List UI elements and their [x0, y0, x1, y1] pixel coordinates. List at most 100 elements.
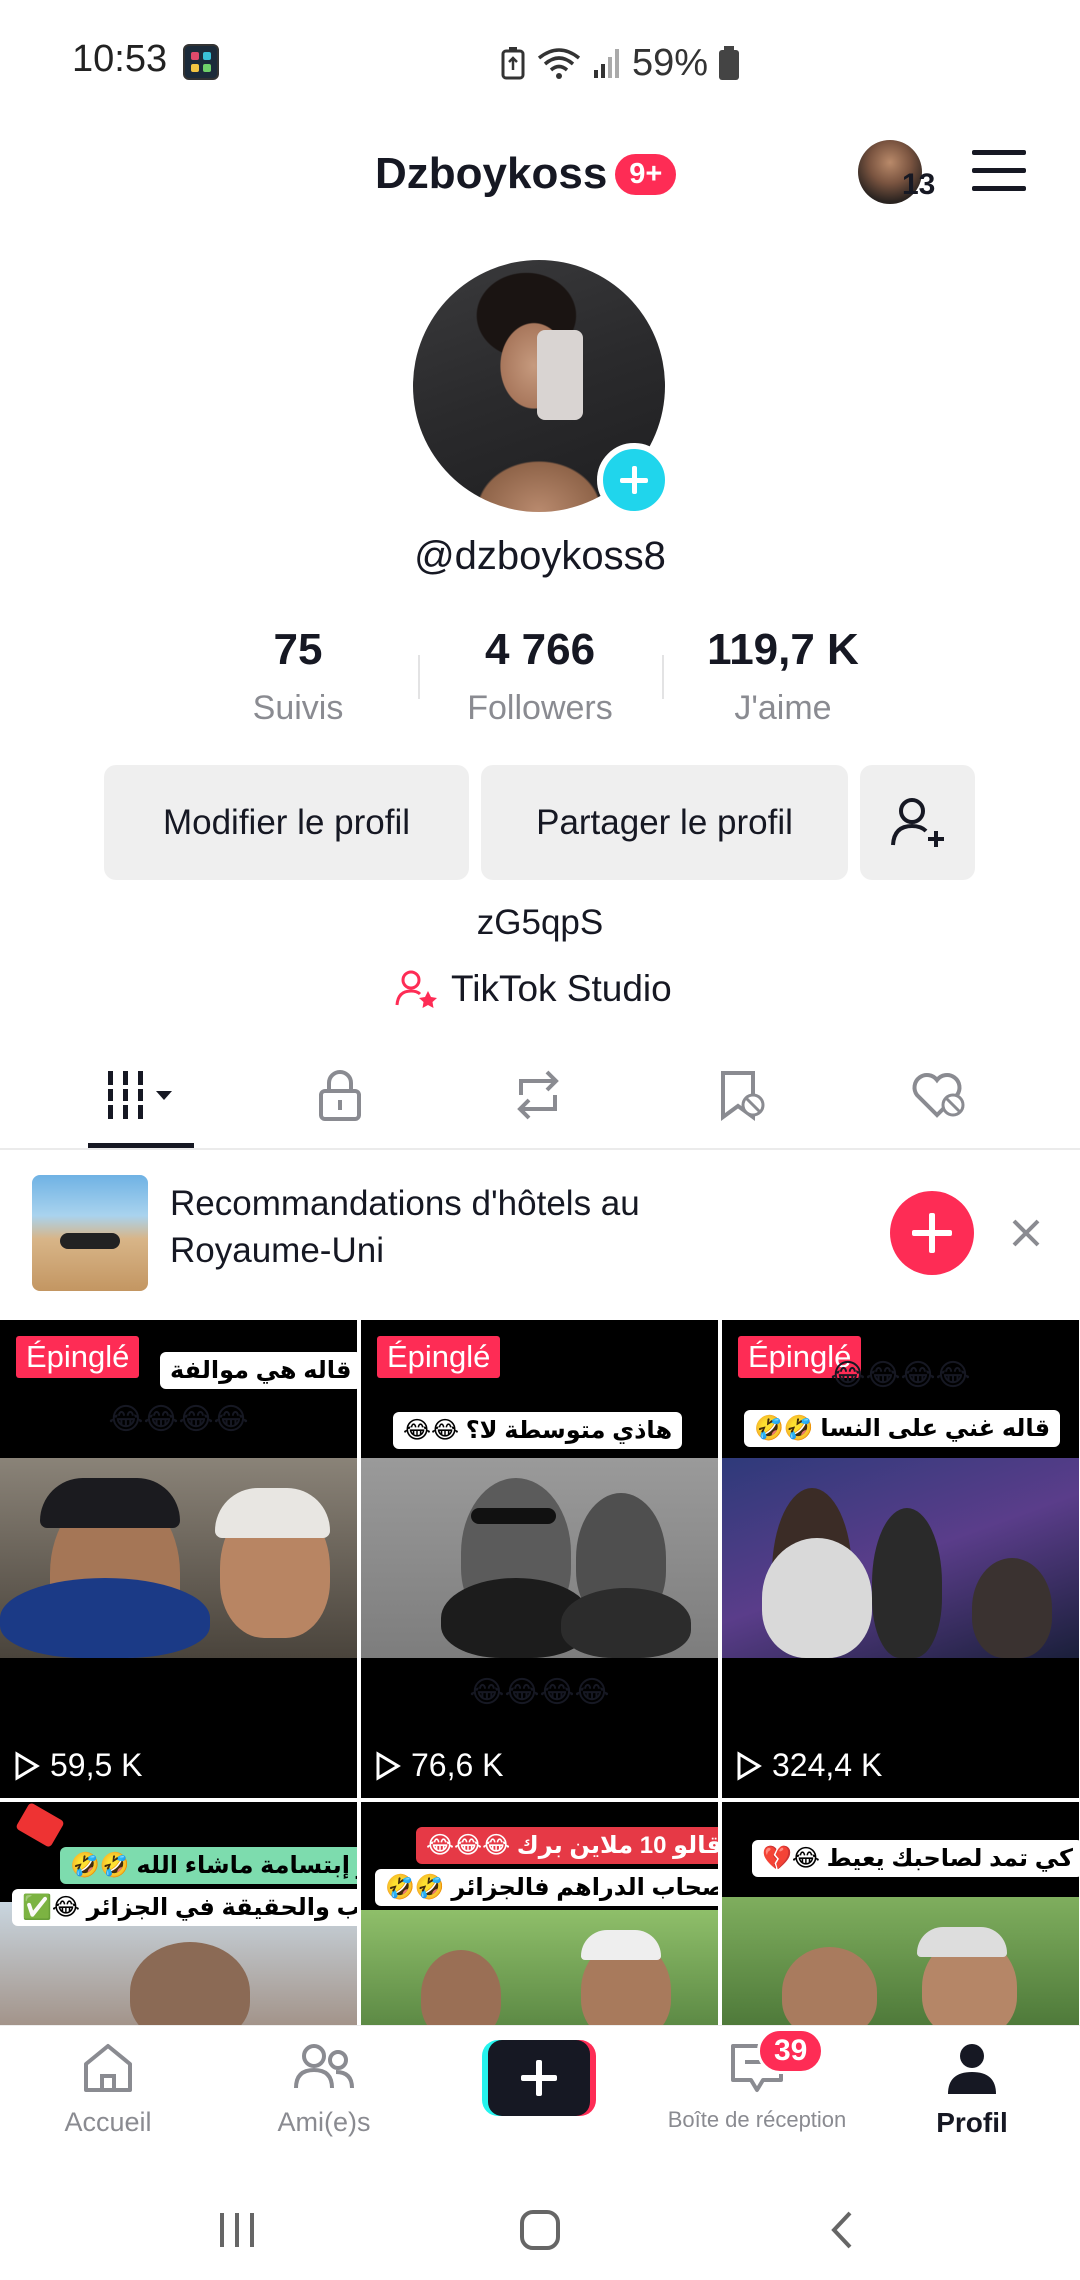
stat-value: 75: [273, 625, 323, 674]
tab-private[interactable]: [260, 1055, 420, 1135]
tab-liked[interactable]: [860, 1055, 1020, 1135]
home-button-icon[interactable]: [515, 2205, 565, 2255]
video-emoji: 😂😂😂😂: [469, 1676, 610, 1709]
battery-saver-icon: [501, 47, 525, 80]
tab-favorites[interactable]: [662, 1055, 822, 1135]
profile-bio: zG5qpS: [476, 903, 604, 942]
play-icon: [737, 1750, 762, 1781]
stat-divider: [662, 655, 664, 699]
stat-label: Suivis: [252, 689, 344, 727]
battery-percent: 59%: [632, 41, 709, 84]
video-caption: قاله هي موالفة: [160, 1352, 357, 1389]
profile-handle: @dzboykoss8: [414, 534, 666, 578]
wifi-icon: [537, 48, 581, 79]
home-icon: [84, 2044, 132, 2092]
status-indicators: 59%: [500, 38, 740, 88]
video-caption: قالو إبتسامة ماشاء الله 🤣🤣: [60, 1847, 357, 1884]
promo-thumbnail[interactable]: [32, 1175, 148, 1291]
video-tile[interactable]: Épinglé قاله هي موالفة 😂😂😂😂 59,5 K: [0, 1320, 357, 1798]
nav-home-label: Accueil: [64, 2107, 152, 2137]
view-count-value: 59,5 K: [50, 1747, 143, 1783]
bookmark-hidden-icon: [721, 1071, 765, 1121]
edit-profile-button[interactable]: Modifier le profil: [104, 765, 469, 880]
stat-label: Followers: [467, 689, 613, 727]
add-story-button[interactable]: [597, 443, 671, 517]
view-count-value: 76,6 K: [411, 1747, 504, 1783]
profile-photo-detail: [537, 330, 583, 420]
add-friends-button[interactable]: [860, 765, 975, 880]
video-caption: هاذي متوسطة لا؟ 😂😂: [393, 1412, 683, 1449]
nav-home[interactable]: Accueil: [8, 2040, 208, 2138]
videos-grid-icon: [105, 1071, 172, 1119]
notification-badge: 9+: [615, 153, 677, 195]
tab-reposts[interactable]: [458, 1055, 618, 1135]
video-caption: قالو 10 ملاين برك 😂😂😂: [416, 1827, 718, 1864]
video-caption: كي تمد لصاحبك يعيط 😂💔: [752, 1840, 1079, 1877]
video-thumbnail: [361, 1910, 718, 2025]
play-icon: [376, 1750, 401, 1781]
back-icon[interactable]: [818, 2205, 868, 2255]
status-bar: 10:53 59%: [0, 0, 1080, 125]
video-tile[interactable]: Épinglé 😂😂😂😂 قاله غني على النسا 🤣🤣 324,4…: [722, 1320, 1079, 1798]
create-button[interactable]: [482, 2040, 596, 2116]
video-thumbnail: [722, 1897, 1079, 2025]
nav-friends[interactable]: Ami(e)s: [224, 2040, 424, 2138]
stat-label: J'aime: [734, 689, 832, 727]
lock-icon: [319, 1070, 361, 1121]
video-thumbnail: [361, 1458, 718, 1658]
play-icon: [15, 1750, 40, 1781]
video-caption: قاله غني على النسا 🤣🤣: [744, 1410, 1061, 1447]
stat-followers[interactable]: 4 766 Followers: [440, 625, 640, 728]
inbox-badge: 39: [757, 2028, 825, 2074]
status-time: 10:53: [72, 38, 168, 80]
video-tile[interactable]: Épinglé هاذي متوسطة لا؟ 😂😂 😂😂😂😂 76,6 K: [361, 1320, 718, 1798]
avatar-count: 13: [902, 168, 936, 201]
view-count: 59,5 K: [14, 1747, 143, 1784]
heart-hidden-icon: [912, 1073, 965, 1118]
promo-text[interactable]: Recommandations d'hôtels au Royaume-Uni: [170, 1180, 730, 1274]
profile-icon: [948, 2044, 996, 2094]
add-user-icon: [890, 797, 944, 847]
promo-add-button[interactable]: [890, 1191, 974, 1275]
tabs-divider: [0, 1148, 1080, 1150]
stat-following[interactable]: 75 Suivis: [218, 625, 378, 728]
battery-icon: [719, 46, 740, 80]
video-thumbnail: [722, 1458, 1079, 1658]
stat-divider: [418, 655, 420, 699]
video-tile[interactable]: قالو إبتسامة ماشاء الله 🤣🤣 الراب والحقيق…: [0, 1802, 357, 2025]
plus-icon: [488, 2040, 590, 2116]
tiktok-studio-link[interactable]: TikTok Studio: [395, 968, 672, 1010]
video-tile[interactable]: كي تمد لصاحبك يعيط 😂💔: [722, 1802, 1079, 2025]
stat-value: 4 766: [484, 625, 596, 674]
video-tile[interactable]: قالو 10 ملاين برك 😂😂😂 صحاب الدراهم فالجز…: [361, 1802, 718, 2025]
friends-icon: [294, 2044, 354, 2089]
account-switcher[interactable]: Dzboykoss 9+: [375, 145, 677, 203]
view-count-value: 324,4 K: [772, 1747, 883, 1783]
pinned-badge: Épinglé: [16, 1336, 140, 1378]
nav-profile-label: Profil: [936, 2107, 1008, 2138]
stat-value: 119,7 K: [707, 625, 859, 674]
video-caption-secondary: الراب والحقيقة في الجزائر 😂✅: [12, 1889, 357, 1926]
signal-icon: [594, 49, 619, 78]
stat-likes[interactable]: 119,7 K J'aime: [683, 625, 883, 728]
video-emoji: 😂😂😂😂: [108, 1403, 249, 1436]
video-emoji: 😂😂😂😂: [830, 1359, 971, 1392]
recent-apps-icon[interactable]: [212, 2205, 262, 2255]
nav-profile[interactable]: Profil: [872, 2040, 1072, 2139]
nav-friends-label: Ami(e)s: [277, 2107, 371, 2137]
view-count: 324,4 K: [736, 1747, 882, 1784]
creator-star-icon: [395, 970, 437, 1008]
system-navigation-bar: [0, 2180, 1080, 2280]
pinned-badge: Épinglé: [377, 1336, 501, 1378]
repost-icon: [517, 1070, 559, 1120]
tab-videos[interactable]: [62, 1055, 222, 1135]
tiktok-studio-label: TikTok Studio: [451, 968, 672, 1009]
flag-icon: [15, 1802, 65, 1848]
header-username: Dzboykoss: [375, 149, 608, 198]
close-icon[interactable]: [1006, 1213, 1046, 1253]
video-thumbnail: [0, 1458, 357, 1658]
share-profile-button[interactable]: Partager le profil: [481, 765, 848, 880]
view-count: 76,6 K: [375, 1747, 504, 1784]
menu-icon[interactable]: [972, 150, 1026, 192]
nav-inbox-label: Boîte de réception: [667, 2107, 847, 2132]
